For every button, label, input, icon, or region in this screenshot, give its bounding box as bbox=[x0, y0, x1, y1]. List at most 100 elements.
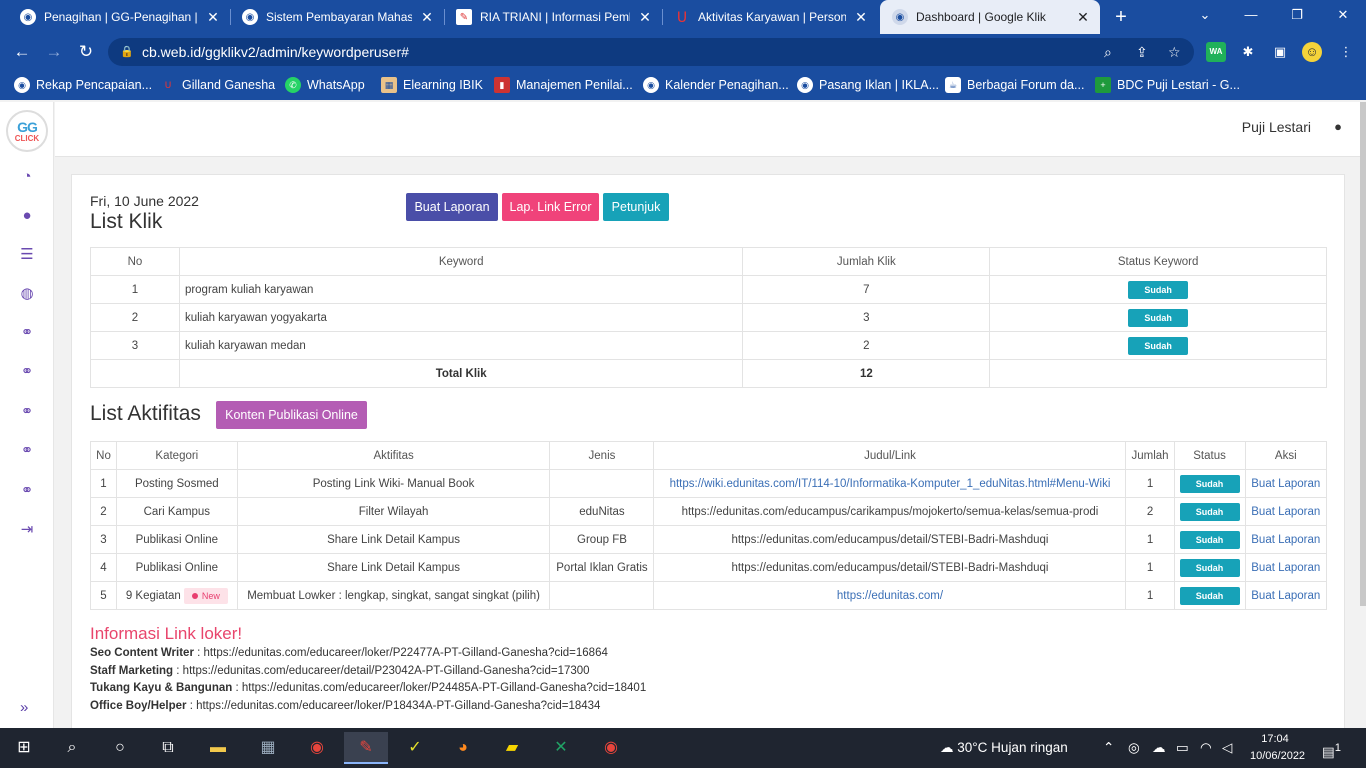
bookmark-item[interactable]: ▦ Elearning IBIK bbox=[381, 75, 483, 95]
petunjuk-button[interactable]: Petunjuk bbox=[603, 193, 669, 221]
cortana-icon[interactable]: ○ bbox=[98, 732, 142, 764]
link-icon[interactable]: ⚭ bbox=[17, 402, 37, 422]
ggclick-logo[interactable]: GG CLICK bbox=[6, 110, 48, 152]
status-cell: Sudah bbox=[1173, 469, 1246, 498]
status-badge: Sudah bbox=[1179, 474, 1240, 493]
restore-icon[interactable]: ❐ bbox=[1274, 0, 1320, 34]
status-cell: Sudah bbox=[1173, 553, 1246, 582]
logout-icon[interactable]: ⇥ bbox=[17, 520, 37, 540]
volume-icon[interactable]: ◁ bbox=[1222, 728, 1232, 768]
sticky-check-icon[interactable]: ✓ bbox=[393, 732, 437, 764]
notification-center[interactable]: ▤1 bbox=[1322, 728, 1341, 768]
bookmark-item[interactable]: ▮ Manajemen Penilai... bbox=[494, 75, 633, 95]
chrome-menu-icon[interactable]: ⋮ bbox=[1336, 42, 1356, 62]
sticky-notes-icon[interactable]: ▰ bbox=[490, 732, 534, 764]
onedrive-cloud-icon[interactable]: ☁ bbox=[1152, 728, 1166, 768]
bookmark-item[interactable]: ☕ Berbagai Forum da... bbox=[945, 75, 1084, 95]
side-panel-icon[interactable]: ▣ bbox=[1270, 42, 1290, 62]
close-tab-icon[interactable]: ✕ bbox=[854, 9, 868, 26]
chrome-profile-icon[interactable]: ◉ bbox=[589, 732, 633, 764]
konten-publikasi-online-button[interactable]: Konten Publikasi Online bbox=[216, 401, 367, 429]
bookmark-item[interactable]: ◉ Rekap Pencapaian... bbox=[14, 75, 152, 95]
browser-tab[interactable]: ᑌ Aktivitas Karyawan | Persona ✕ bbox=[662, 0, 878, 34]
dashboard-gauge-icon[interactable]: ◔ bbox=[17, 167, 37, 187]
browser-tab[interactable]: ✎ RIA TRIANI | Informasi Pemba ✕ bbox=[444, 0, 662, 34]
battery-icon[interactable]: ▭ bbox=[1176, 728, 1189, 768]
bookmark-item[interactable]: ᑌ Gilland Ganesha bbox=[160, 75, 275, 95]
user-icon[interactable]: ● bbox=[17, 206, 37, 226]
browser-tab[interactable]: ◉ Penagihan | GG-Penagihan | I ✕ bbox=[8, 0, 230, 34]
globe-icon[interactable]: ◍ bbox=[17, 284, 37, 304]
windows-start-icon[interactable]: ⊞ bbox=[2, 732, 46, 764]
meet-icon[interactable]: ◎ bbox=[1128, 728, 1140, 768]
taskbar-app-icon[interactable]: ✎ bbox=[344, 732, 388, 764]
bookmark-item[interactable]: ◉ Kalender Penagihan... bbox=[643, 75, 789, 95]
whatsapp-extension-icon[interactable]: WA bbox=[1206, 42, 1226, 62]
link-icon[interactable]: ⚭ bbox=[17, 481, 37, 501]
judul-link[interactable]: https://wiki.edunitas.com/IT/114-10/Info… bbox=[653, 469, 1127, 498]
buat-laporan-link[interactable]: Buat Laporan bbox=[1244, 525, 1328, 554]
judul-link[interactable]: https://edunitas.com/educampus/detail/ST… bbox=[653, 525, 1127, 554]
page-scrollbar[interactable] bbox=[1360, 102, 1366, 606]
close-tab-icon[interactable]: ✕ bbox=[1076, 9, 1090, 26]
lock-icon: 🔒 bbox=[120, 46, 134, 58]
bookmark-item[interactable]: + BDC Puji Lestari - G... bbox=[1095, 75, 1240, 95]
close-window-icon[interactable]: ✕ bbox=[1320, 0, 1366, 34]
profile-avatar-icon[interactable]: ☺ bbox=[1302, 42, 1322, 62]
buat-laporan-link[interactable]: Buat Laporan bbox=[1244, 581, 1328, 610]
link-icon[interactable]: ⚭ bbox=[17, 323, 37, 343]
list-icon[interactable]: ☰ bbox=[17, 245, 37, 265]
new-tab-icon[interactable]: + bbox=[1110, 6, 1132, 28]
zoom-icon[interactable]: ⌕ bbox=[1104, 38, 1112, 66]
extensions-puzzle-icon[interactable]: ✱ bbox=[1238, 42, 1258, 62]
search-icon[interactable]: ⌕ bbox=[50, 732, 94, 764]
user-icon[interactable]: ● bbox=[1334, 119, 1342, 134]
forward-arrow-icon[interactable]: → bbox=[42, 40, 66, 64]
calculator-icon[interactable]: ▦ bbox=[246, 732, 290, 764]
buat-laporan-link[interactable]: Buat Laporan bbox=[1244, 553, 1328, 582]
buat-laporan-link[interactable]: Buat Laporan bbox=[1244, 469, 1328, 498]
judul-link[interactable]: https://edunitas.com/educampus/carikampu… bbox=[653, 497, 1127, 526]
excel-icon[interactable]: ✕ bbox=[539, 732, 583, 764]
close-tab-icon[interactable]: ✕ bbox=[420, 9, 434, 26]
link-icon[interactable]: ⚭ bbox=[17, 441, 37, 461]
task-view-icon[interactable]: ⧉ bbox=[146, 732, 190, 764]
close-tab-icon[interactable]: ✕ bbox=[206, 9, 220, 26]
file-explorer-icon[interactable]: ▬ bbox=[196, 732, 240, 764]
status-cell: Sudah bbox=[989, 331, 1327, 360]
kategori-cell: Cari Kampus bbox=[115, 497, 238, 526]
lap-link-error-button[interactable]: Lap. Link Error bbox=[502, 193, 599, 221]
back-arrow-icon[interactable]: ← bbox=[10, 40, 34, 64]
weather-widget[interactable]: ☁ 30°C Hujan ringan bbox=[940, 728, 1068, 768]
bookmark-item[interactable]: ✆ WhatsApp bbox=[285, 75, 365, 95]
minimize-icon[interactable]: — bbox=[1228, 0, 1274, 34]
judul-link[interactable]: https://edunitas.com/ bbox=[653, 581, 1127, 610]
status-badge: Sudah bbox=[1179, 586, 1240, 605]
system-clock[interactable]: 17:04 10/06/2022 bbox=[1250, 731, 1305, 765]
loker-url[interactable]: https://edunitas.com/educareer/loker/P18… bbox=[196, 700, 600, 712]
browser-tab[interactable]: ◉ Sistem Pembayaran Mahasisw ✕ bbox=[230, 0, 444, 34]
wifi-icon[interactable]: ◠ bbox=[1200, 728, 1212, 768]
loker-url[interactable]: https://edunitas.com/educareer/loker/P22… bbox=[204, 647, 608, 659]
link-icon[interactable]: ⚭ bbox=[17, 362, 37, 382]
browser-tab-active[interactable]: ◉ Dashboard | Google Klik ✕ bbox=[880, 0, 1100, 34]
judul-link[interactable]: https://edunitas.com/educampus/detail/ST… bbox=[653, 553, 1127, 582]
show-hidden-icons-icon[interactable]: ⌃ bbox=[1103, 728, 1114, 768]
bookmark-item[interactable]: ◉ Pasang Iklan | IKLA... bbox=[797, 75, 939, 95]
chrome-icon[interactable]: ◉ bbox=[295, 732, 339, 764]
loker-url[interactable]: https://edunitas.com/educareer/detail/P2… bbox=[183, 665, 590, 677]
column-header: Status Keyword bbox=[989, 247, 1327, 276]
bookmark-star-icon[interactable]: ☆ bbox=[1168, 38, 1181, 66]
user-name[interactable]: Puji Lestari bbox=[1242, 119, 1311, 135]
address-bar[interactable]: 🔒 cb.web.id/ggklikv2/admin/keywordperuse… bbox=[108, 38, 1194, 66]
tab-search-icon[interactable]: ⌄ bbox=[1182, 0, 1228, 34]
expand-sidebar-icon[interactable]: » bbox=[20, 699, 28, 716]
share-icon[interactable]: ⇪ bbox=[1136, 38, 1148, 66]
reload-icon[interactable]: ↻ bbox=[74, 40, 98, 64]
close-tab-icon[interactable]: ✕ bbox=[638, 9, 652, 26]
column-header: No bbox=[90, 441, 117, 470]
firefox-icon[interactable]: ◕ bbox=[441, 732, 485, 764]
loker-url[interactable]: https://edunitas.com/educareer/loker/P24… bbox=[242, 682, 646, 694]
buat-laporan-link[interactable]: Buat Laporan bbox=[1244, 497, 1328, 526]
buat-laporan-button[interactable]: Buat Laporan bbox=[406, 193, 498, 221]
